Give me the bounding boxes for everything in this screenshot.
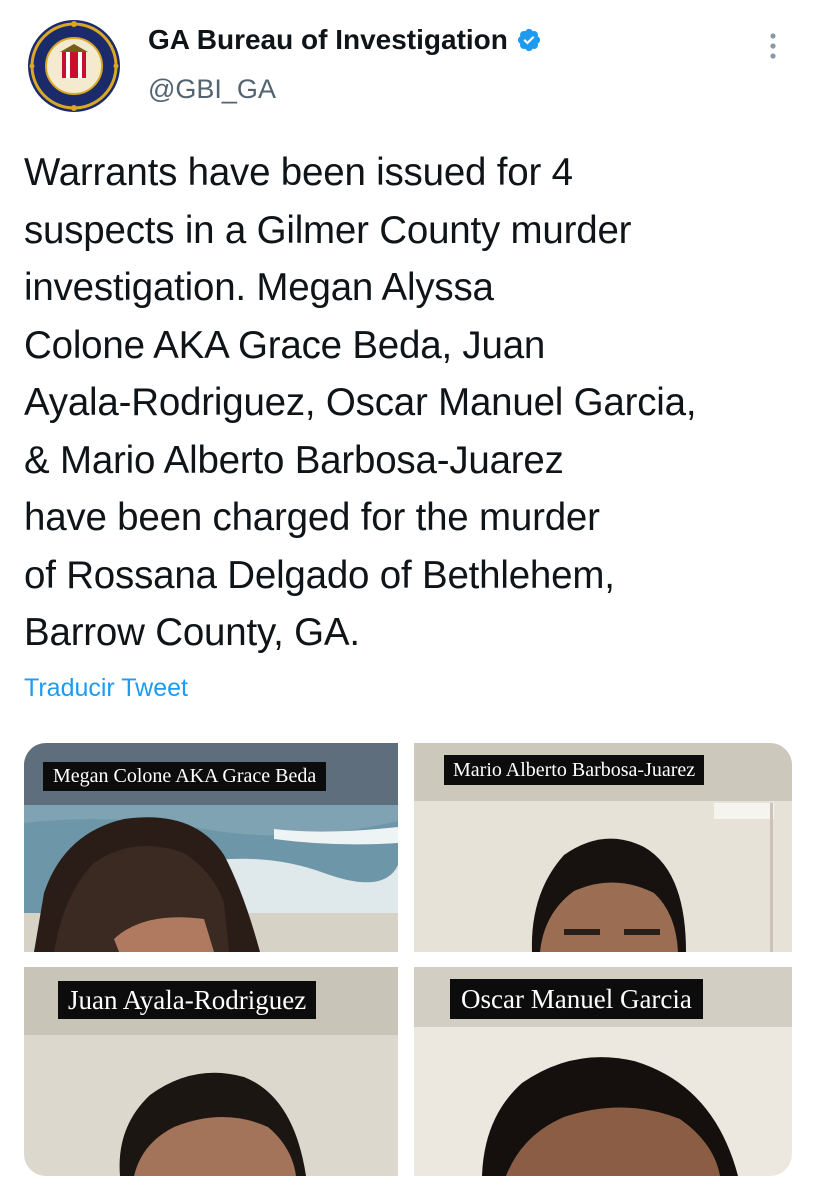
tweet-card: GA Bureau of Investigation @GBI_GA Warra… (0, 0, 814, 1200)
photo-megan-colone[interactable]: Megan Colone AKA Grace Beda (24, 743, 398, 952)
account-handle[interactable]: @GBI_GA (148, 74, 276, 105)
photo-oscar-manuel-garcia[interactable]: Oscar Manuel Garcia (414, 967, 792, 1176)
media-grid[interactable]: Megan Colone AKA Grace Beda Mario Albert… (24, 743, 792, 1176)
photo-juan-ayala-rodriguez[interactable]: Juan Ayala-Rodriguez (24, 967, 398, 1176)
photo-mario-barbosa-juarez[interactable]: Mario Alberto Barbosa-Juarez (414, 743, 792, 952)
display-name[interactable]: GA Bureau of Investigation (148, 24, 508, 56)
suspect-label: Mario Alberto Barbosa-Juarez (444, 755, 705, 785)
verified-badge-icon (517, 28, 540, 52)
name-row[interactable]: GA Bureau of Investigation (148, 24, 542, 56)
tweet-text: Warrants have been issued for 4 suspects… (24, 151, 697, 654)
avatar[interactable] (24, 16, 124, 116)
suspect-label: Juan Ayala-Rodriguez (58, 981, 317, 1019)
gbi-seal-icon (24, 16, 124, 116)
suspect-label: Oscar Manuel Garcia (450, 979, 703, 1019)
translate-tweet-link[interactable]: Traducir Tweet (24, 674, 188, 703)
more-options-icon[interactable] (758, 26, 788, 66)
suspect-label: Megan Colone AKA Grace Beda (43, 762, 327, 791)
